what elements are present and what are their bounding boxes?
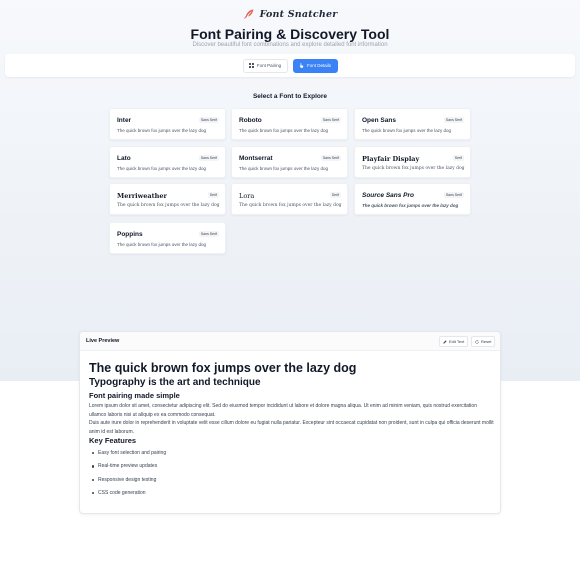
font-category-badge: Sans Serif: [443, 192, 464, 198]
font-card-source-sans-pro[interactable]: Source Sans Pro Sans Serif The quick bro…: [354, 183, 471, 215]
preview-features-list: Easy font selection and pairing Real-tim…: [91, 450, 166, 503]
grid-icon: [248, 63, 254, 68]
font-card-roboto[interactable]: Roboto Sans Serif The quick brown fox ju…: [231, 108, 348, 140]
list-item: Responsive design testing: [91, 477, 166, 490]
font-card-name: Montserrat: [239, 155, 273, 162]
font-card-name: Roboto: [239, 117, 262, 124]
pencil-icon: [443, 339, 447, 344]
font-card-montserrat[interactable]: Montserrat Sans Serif The quick brown fo…: [231, 146, 348, 178]
font-category-badge: Sans Serif: [198, 155, 219, 161]
font-card-sample: The quick brown fox jumps over the lazy …: [117, 203, 220, 208]
font-card-sample: The quick brown fox jumps over the lazy …: [117, 242, 207, 247]
font-card-poppins[interactable]: Poppins Sans Serif The quick brown fox j…: [109, 222, 226, 254]
font-card-name: Poppins: [117, 231, 143, 238]
preview-heading-3: Font pairing made simple: [89, 391, 180, 400]
font-card-sample: The quick brown fox jumps over the lazy …: [117, 128, 207, 133]
tab-font-details-label: Font Details: [306, 63, 331, 68]
font-card-playfair-display[interactable]: Playfair Display Serif The quick brown f…: [354, 146, 471, 178]
font-card-name: Inter: [117, 117, 132, 124]
edit-text-button[interactable]: Edit Text: [439, 336, 469, 347]
app: Font Snatcher Font Pairing & Discovery T…: [0, 0, 580, 580]
font-card-sample: The quick brown fox jumps over the lazy …: [117, 166, 207, 171]
font-card-lato[interactable]: Lato Sans Serif The quick brown fox jump…: [109, 146, 226, 178]
refresh-icon: [475, 339, 479, 344]
font-category-badge: Sans Serif: [320, 155, 341, 161]
tab-bar: Font Pairing Font Details: [5, 54, 575, 77]
hand-pointer-icon: [299, 63, 304, 68]
font-card-name: Lato: [117, 155, 131, 162]
preview-paragraph-1: Lorem ipsum dolor sit amet, consectetur …: [89, 403, 477, 418]
font-card-inter[interactable]: Inter Sans Serif The quick brown fox jum…: [109, 108, 226, 140]
font-card-sample: The quick brown fox jumps over the lazy …: [239, 166, 329, 171]
section-heading: Select a Font to Explore: [252, 93, 328, 100]
font-card-name: Lora: [239, 192, 255, 200]
list-item: Easy font selection and pairing: [91, 450, 166, 463]
brand[interactable]: Font Snatcher: [0, 8, 580, 20]
font-category-badge: Sans Serif: [443, 117, 464, 123]
font-card-merriweather[interactable]: Merriweather Serif The quick brown fox j…: [109, 183, 226, 215]
font-card-name: Open Sans: [362, 117, 396, 124]
font-card-name: Playfair Display: [362, 155, 420, 163]
tab-font-pairing[interactable]: Font Pairing: [242, 58, 288, 73]
preview-heading-1: The quick brown fox jumps over the lazy …: [89, 361, 357, 375]
font-category-badge: Serif: [329, 192, 341, 198]
reset-button[interactable]: Reset: [471, 336, 496, 347]
page-title: Font Pairing & Discovery Tool: [190, 26, 390, 42]
page-subtitle: Discover beautiful font combinations and…: [192, 42, 388, 48]
live-preview-title: Live Preview: [86, 338, 120, 344]
font-category-badge: Sans Serif: [320, 117, 341, 123]
list-item: CSS code generation: [91, 490, 166, 503]
tab-font-details[interactable]: Font Details: [292, 58, 338, 73]
list-item: Real-time preview updates: [91, 463, 166, 476]
feather-icon: [243, 9, 254, 19]
font-card-sample: The quick brown fox jumps over the lazy …: [362, 203, 459, 208]
font-category-badge: Serif: [452, 155, 464, 161]
font-card-sample: The quick brown fox jumps over the lazy …: [239, 128, 329, 133]
font-category-badge: Sans Serif: [198, 117, 219, 123]
brand-name: Font Snatcher: [259, 8, 338, 20]
font-card-open-sans[interactable]: Open Sans Sans Serif The quick brown fox…: [354, 108, 471, 140]
live-preview-panel: Live Preview Edit Text Reset The quick b…: [79, 331, 501, 514]
font-card-lora[interactable]: Lora Serif The quick brown fox jumps ove…: [231, 183, 348, 215]
font-category-badge: Sans Serif: [198, 231, 219, 237]
edit-text-label: Edit Text: [449, 339, 465, 344]
preview-features-heading: Key Features: [89, 436, 137, 445]
font-category-badge: Serif: [207, 192, 219, 198]
font-card-name: Source Sans Pro: [362, 192, 415, 199]
font-card-sample: The quick brown fox jumps over the lazy …: [362, 128, 452, 133]
font-card-sample: The quick brown fox jumps over the lazy …: [362, 166, 465, 171]
font-card-name: Merriweather: [117, 192, 167, 200]
live-preview-header: Live Preview Edit Text Reset: [80, 332, 500, 351]
reset-label: Reset: [481, 339, 492, 344]
tab-font-pairing-label: Font Pairing: [256, 63, 282, 68]
font-card-sample: The quick brown fox jumps over the lazy …: [239, 203, 342, 208]
preview-paragraph-2: Duis aute irure dolor in reprehenderit i…: [89, 420, 494, 435]
preview-heading-2: Typography is the art and technique: [89, 377, 261, 388]
